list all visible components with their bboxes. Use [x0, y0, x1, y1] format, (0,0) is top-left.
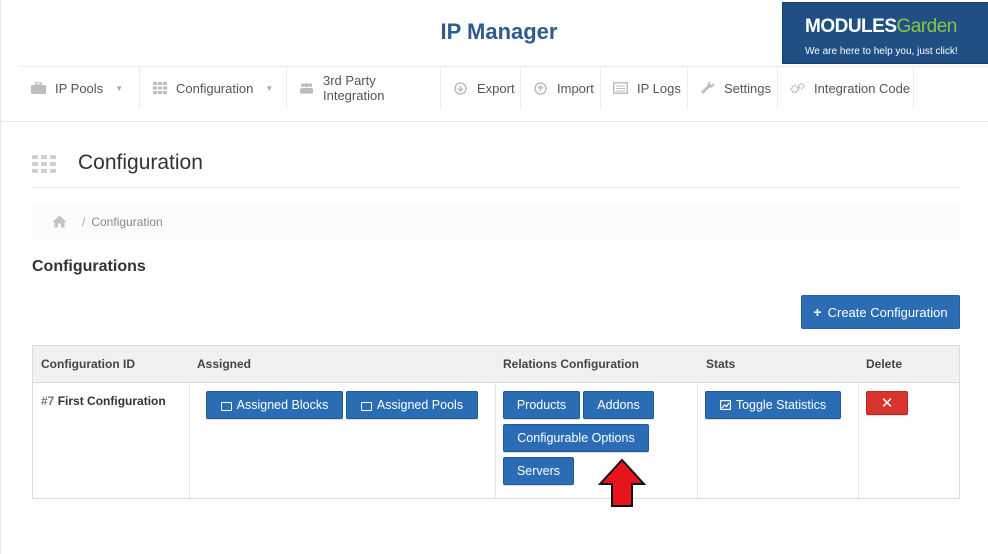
header-stats: Stats [706, 357, 736, 371]
header-delete: Delete [866, 357, 903, 371]
nav-item-ip-logs[interactable]: IP Logs [601, 67, 688, 109]
header-relations-configuration: Relations Configuration [503, 357, 639, 371]
header-assigned: Assigned [197, 357, 252, 371]
configurable-options-button[interactable]: Configurable Options [503, 424, 649, 452]
nav-item-3rd-party-integration[interactable]: 3rd Party Integration [287, 67, 441, 109]
breadcrumb: / Configuration [32, 205, 960, 239]
chevron-down-icon: ▼ [115, 83, 124, 93]
chart-icon [719, 400, 731, 410]
users-icon [299, 82, 314, 94]
briefcase-icon [31, 82, 46, 94]
configurations-table: Configuration ID Assigned Relations Conf… [32, 345, 960, 499]
configuration-id-cell: #7 First Configuration [41, 394, 166, 408]
external-link-icon [220, 401, 232, 411]
create-configuration-button[interactable]: + Create Configuration [801, 295, 960, 329]
header-divider [1, 121, 988, 122]
grid-icon [152, 82, 167, 94]
table-header: Configuration ID Assigned Relations Conf… [33, 346, 959, 383]
modulesgarden-logo[interactable]: MODULESGarden We are here to help you, j… [782, 2, 988, 64]
breadcrumb-current: Configuration [91, 215, 163, 229]
logo-tagline: We are here to help you, just click! [805, 46, 958, 57]
home-icon[interactable] [52, 215, 68, 229]
download-icon [453, 81, 468, 95]
breadcrumb-separator: / [82, 215, 86, 229]
header-configuration-id: Configuration ID [41, 357, 135, 371]
configuration-name: First Configuration [57, 394, 166, 408]
section-heading: Configurations [32, 258, 146, 275]
wrench-icon [700, 81, 715, 94]
gears-icon [790, 82, 805, 94]
app-window: IP Manager MODULESGarden We are here to … [0, 0, 988, 554]
list-icon [613, 82, 628, 94]
nav-item-ip-pools[interactable]: IP Pools ▼ [19, 67, 140, 109]
plus-icon: + [813, 304, 822, 320]
grid-icon [32, 155, 56, 173]
nav-item-import[interactable]: Import [521, 67, 601, 109]
nav-item-export[interactable]: Export [441, 67, 521, 109]
configuration-id: #7 [41, 394, 55, 408]
external-link-icon [360, 401, 372, 411]
chevron-down-icon: ▼ [265, 83, 274, 93]
main-nav: IP Pools ▼ Configuration ▼ 3rd Party Int… [19, 66, 988, 109]
logo-brand-bold: MODULES [805, 16, 897, 37]
upload-icon [533, 81, 548, 95]
nav-item-configuration[interactable]: Configuration ▼ [140, 67, 287, 109]
nav-item-settings[interactable]: Settings [688, 67, 778, 109]
red-arrow-annotation [598, 458, 646, 507]
toggle-statistics-button[interactable]: Toggle Statistics [705, 391, 841, 419]
assigned-pools-button[interactable]: Assigned Pools [346, 391, 478, 419]
header: IP Manager MODULESGarden We are here to … [19, 0, 988, 64]
logo-brand-light: Garden [896, 16, 958, 37]
title-divider [32, 187, 960, 188]
delete-button[interactable]: ✕ [866, 391, 908, 415]
servers-button[interactable]: Servers [503, 457, 574, 485]
products-button[interactable]: Products [503, 391, 580, 419]
nav-item-integration-code[interactable]: Integration Code [778, 67, 914, 109]
close-icon: ✕ [880, 395, 894, 412]
addons-button[interactable]: Addons [583, 391, 654, 419]
page-title: Configuration [78, 151, 203, 174]
assigned-blocks-button[interactable]: Assigned Blocks [206, 391, 343, 419]
